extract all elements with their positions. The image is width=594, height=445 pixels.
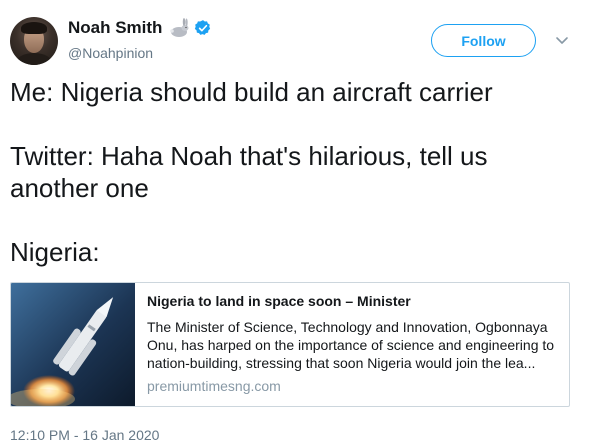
- rocket-launch-image: [11, 283, 135, 406]
- tweet-line: Me: Nigeria should build an aircraft car…: [10, 77, 493, 107]
- follow-button[interactable]: Follow: [431, 24, 536, 57]
- card-body: Nigeria to land in space soon – Minister…: [135, 283, 569, 406]
- avatar-body: [16, 53, 52, 65]
- card-domain: premiumtimesng.com: [147, 378, 281, 394]
- user-handle[interactable]: @Noahpinion: [68, 45, 153, 61]
- tweet-timestamp[interactable]: 12:10 PM - 16 Jan 2020: [10, 427, 159, 443]
- avatar[interactable]: [10, 17, 58, 65]
- tweet-text: Me: Nigeria should build an aircraft car…: [10, 76, 570, 268]
- tweet-line: Twitter: Haha Noah that's hilarious, tel…: [10, 141, 488, 203]
- link-card[interactable]: Nigeria to land in space soon – Minister…: [10, 282, 570, 407]
- chevron-down-icon[interactable]: [555, 36, 569, 46]
- tweet-line: Nigeria:: [10, 237, 100, 267]
- display-name[interactable]: Noah Smith: [68, 18, 162, 38]
- verified-badge-icon: [195, 20, 211, 35]
- avatar-hair: [21, 22, 47, 34]
- name-row: Noah Smith: [68, 17, 212, 39]
- card-description: The Minister of Science, Technology and …: [147, 319, 555, 371]
- card-title: Nigeria to land in space soon – Minister: [147, 293, 411, 309]
- rabbit-icon: [170, 18, 189, 37]
